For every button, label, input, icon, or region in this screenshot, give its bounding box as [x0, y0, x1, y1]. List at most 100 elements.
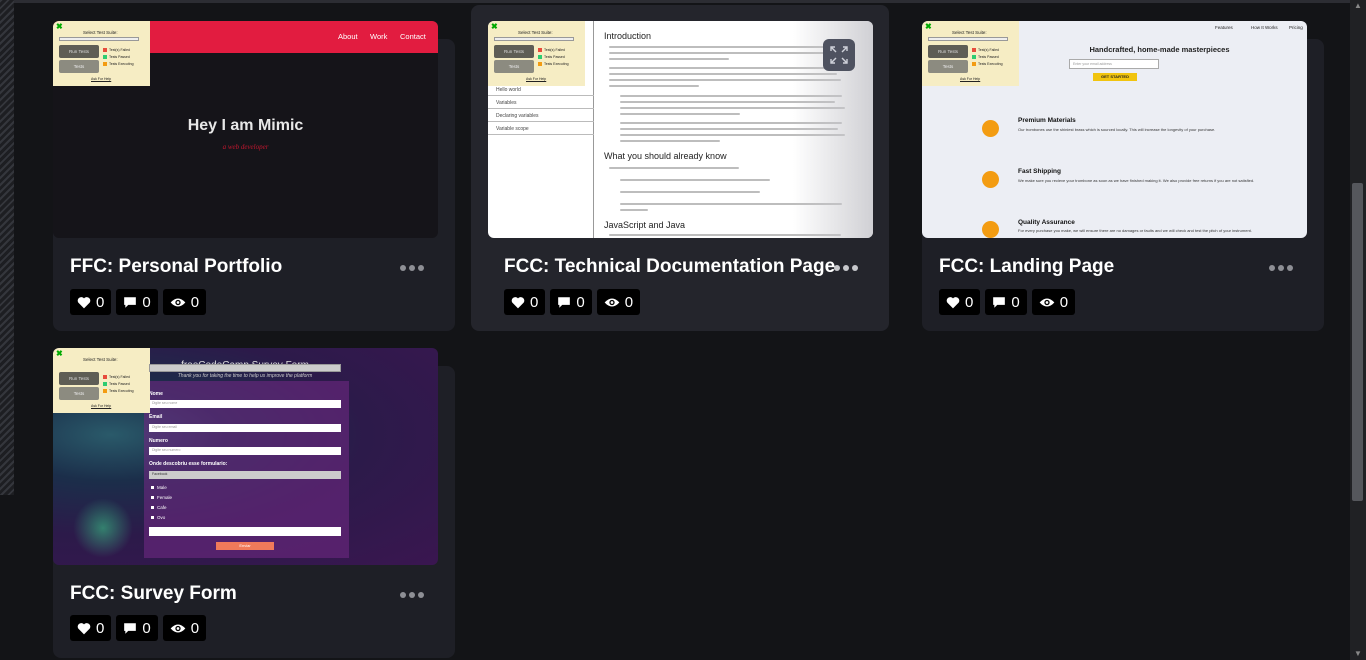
scroll-down-arrow-icon[interactable]: ▼: [1354, 650, 1362, 658]
heart-icon: [77, 622, 91, 634]
comment-button[interactable]: 0: [985, 289, 1027, 315]
pen-stats: 0 0 0: [504, 289, 641, 315]
pen-stats: 0 0 0: [939, 289, 1076, 315]
form-label-source: Onde descobriu esse formulario:: [149, 461, 228, 467]
form-input-email: Digite seu email: [149, 424, 341, 432]
like-button[interactable]: 0: [70, 289, 112, 315]
eye-icon: [604, 298, 620, 306]
close-icon: ✖: [56, 349, 63, 358]
view-count: 0: [190, 293, 200, 311]
test-suite-select: [59, 37, 139, 41]
legend-passed: Tests Passed: [103, 382, 130, 387]
expand-icon: [830, 46, 848, 64]
views-indicator[interactable]: 0: [162, 289, 207, 315]
like-button[interactable]: 0: [939, 289, 981, 315]
form-option: Male: [151, 485, 167, 490]
comment-button[interactable]: 0: [116, 615, 158, 641]
tests-button: Tests: [59, 387, 99, 400]
legend-failed: Test(s) Failed: [103, 375, 130, 380]
views-indicator[interactable]: 0: [162, 615, 207, 641]
preview-side-item: Variables: [488, 96, 594, 109]
form-label-number: Numero: [149, 438, 168, 444]
preview-nav-pricing: Pricing: [1289, 25, 1303, 30]
comment-icon: [124, 296, 137, 308]
pen-stats: 0 0 0: [70, 615, 207, 641]
window-top-border: [0, 0, 1366, 3]
form-input-name: Digite seu nome: [149, 400, 341, 408]
like-count: 0: [530, 293, 539, 311]
preview-nav-contact: Contact: [400, 32, 426, 41]
pen-title[interactable]: FCC: Survey Form: [70, 583, 237, 605]
close-icon: ✖: [925, 22, 932, 31]
pen-title[interactable]: FCC: Technical Documentation Page: [504, 256, 835, 278]
close-icon: ✖: [491, 22, 498, 31]
like-button[interactable]: 0: [70, 615, 112, 641]
like-count: 0: [965, 293, 974, 311]
test-suite-select: [928, 37, 1008, 41]
run-tests-button: Run Tests: [494, 45, 534, 58]
form-option: Ovo: [151, 515, 165, 520]
comment-button[interactable]: 0: [550, 289, 592, 315]
test-suite-overlay: ✖ Select Test Suite: Run Tests Tests Tes…: [488, 21, 585, 86]
comment-count: 0: [576, 293, 585, 311]
test-suite-overlay: ✖ Select Test Suite: Run Tests Tests Tes…: [53, 348, 341, 413]
run-tests-button: Run Tests: [59, 45, 99, 58]
more-options-icon[interactable]: [1269, 265, 1293, 271]
expand-preview-button[interactable]: [823, 39, 855, 71]
feature-icon: [982, 221, 999, 238]
ask-for-help-link: Ask For Help: [91, 77, 112, 81]
test-suite-select: [149, 364, 341, 372]
form-label-name: Nome: [149, 391, 163, 397]
scrollbar-thumb[interactable]: [1352, 183, 1363, 501]
pen-preview-thumbnail[interactable]: Hello world Variables Declaring variable…: [488, 21, 873, 238]
legend-passed: Tests Passed: [103, 55, 130, 60]
pen-preview-thumbnail[interactable]: freeCodeCamp Survey Form Thank you for t…: [53, 348, 438, 565]
eye-icon: [170, 298, 186, 306]
form-label-email: Email: [149, 414, 163, 420]
more-options-icon[interactable]: [400, 265, 424, 271]
preview-side-item: Declaring variables: [488, 109, 594, 122]
run-tests-button: Run Tests: [59, 372, 99, 385]
legend-executing: Tests Executing: [972, 62, 1003, 67]
form-select-source: Facebook: [149, 471, 341, 479]
pen-preview-thumbnail[interactable]: Features How It Works Pricing Handcrafte…: [922, 21, 1307, 238]
ask-for-help-link: Ask For Help: [960, 77, 981, 81]
ask-for-help-link: Ask For Help: [91, 404, 112, 408]
feature-icon: [982, 171, 999, 188]
legend-executing: Tests Executing: [103, 62, 134, 67]
preview-hero-text: Hey I am Mimic: [187, 117, 304, 134]
preview-email-input: Enter your email address: [1069, 59, 1159, 69]
pen-preview-thumbnail[interactable]: About Work Contact Hey I am Mimic a web …: [53, 21, 438, 238]
left-edge-strip: [0, 0, 14, 495]
legend-failed: Test(s) Failed: [972, 48, 999, 53]
view-count: 0: [624, 293, 634, 311]
close-icon: ✖: [56, 22, 63, 31]
ask-for-help-link: Ask For Help: [526, 77, 547, 81]
scroll-up-arrow-icon[interactable]: ▲: [1354, 2, 1362, 10]
legend-passed: Tests Passed: [972, 55, 999, 60]
views-indicator[interactable]: 0: [596, 289, 641, 315]
preview-nav-how: How It Works: [1251, 25, 1278, 30]
legend-failed: Test(s) Failed: [538, 48, 565, 53]
like-button[interactable]: 0: [504, 289, 546, 315]
preview-nav-about: About: [338, 32, 358, 41]
feature-desc: For every purchase you make, we will ens…: [1018, 228, 1252, 233]
eye-icon: [170, 624, 186, 632]
legend-executing: Tests Executing: [103, 389, 134, 394]
test-suite-title: Select Test Suite:: [83, 30, 118, 35]
comment-count: 0: [142, 619, 151, 637]
preview-nav-work: Work: [370, 32, 388, 41]
tests-button: Tests: [928, 60, 968, 73]
form-option: Cafe: [151, 505, 167, 510]
feature-icon: [982, 120, 999, 137]
pen-title[interactable]: FFC: Personal Portfolio: [70, 256, 282, 278]
pen-title[interactable]: FCC: Landing Page: [939, 256, 1114, 278]
views-indicator[interactable]: 0: [1031, 289, 1076, 315]
scrollbar[interactable]: ▲ ▼: [1350, 0, 1366, 660]
comment-count: 0: [1011, 293, 1020, 311]
comment-button[interactable]: 0: [116, 289, 158, 315]
legend-passed: Tests Passed: [538, 55, 565, 60]
more-options-icon[interactable]: [400, 592, 424, 598]
more-options-icon[interactable]: [834, 265, 858, 271]
tests-button: Tests: [59, 60, 99, 73]
